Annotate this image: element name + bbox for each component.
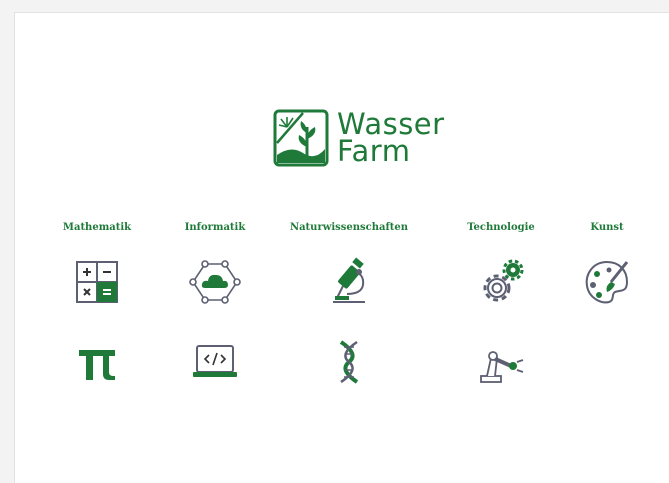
gears-icon xyxy=(483,259,524,302)
subject-title: Technologie xyxy=(467,222,535,233)
subject-title: Naturwissenschaften xyxy=(289,222,409,233)
microscope-button[interactable] xyxy=(325,257,373,306)
subject-technologie: Technologie xyxy=(441,222,561,383)
paint-palette-icon xyxy=(585,260,629,304)
dna-icon xyxy=(339,340,359,384)
cloud-network-icon xyxy=(189,260,241,304)
cloud-network-button[interactable] xyxy=(189,258,241,306)
calculator-button[interactable] xyxy=(73,258,121,306)
laptop-code-button[interactable] xyxy=(191,338,239,386)
dna-button[interactable] xyxy=(325,338,373,386)
wasser-farm-logo: Wasser Farm xyxy=(273,109,445,167)
farm-sun-plant-logo-icon xyxy=(273,109,329,167)
subject-title: Mathematik xyxy=(62,222,132,233)
subject-naturwissenschaften: Naturwissenschaften xyxy=(289,222,409,384)
subject-informatik: Informatik xyxy=(155,222,275,377)
subject-kunst: Kunst xyxy=(547,222,667,304)
subject-title: Kunst xyxy=(590,222,624,233)
robot-arm-icon xyxy=(480,351,524,383)
brand-line-2: Farm xyxy=(337,134,411,168)
robot-arm-button[interactable] xyxy=(477,338,525,386)
pi-button[interactable] xyxy=(73,338,121,386)
subject-title: Informatik xyxy=(184,222,246,233)
pi-icon xyxy=(79,350,115,380)
subject-mathematik: Mathematik xyxy=(37,222,157,380)
microscope-icon xyxy=(333,257,365,303)
calculator-icon xyxy=(76,261,118,303)
paint-palette-button[interactable] xyxy=(583,258,631,306)
gears-button[interactable] xyxy=(477,258,525,306)
page: Wasser Farm Mathematik Informatik Naturw… xyxy=(14,12,669,483)
laptop-code-icon xyxy=(193,345,237,377)
